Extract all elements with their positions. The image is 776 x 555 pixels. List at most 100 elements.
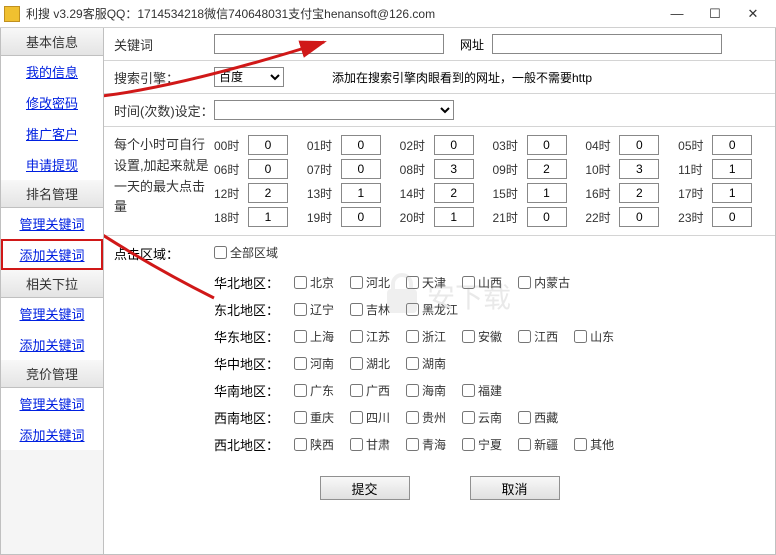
region-checkbox[interactable]: 江西 [518, 328, 558, 345]
region-checkbox-input[interactable] [350, 384, 363, 397]
region-checkbox-input[interactable] [574, 330, 587, 343]
engine-select[interactable]: 百度 [214, 67, 284, 87]
hour-input[interactable] [248, 135, 288, 155]
region-checkbox[interactable]: 山东 [574, 328, 614, 345]
region-checkbox-input[interactable] [462, 276, 475, 289]
region-checkbox-input[interactable] [406, 276, 419, 289]
region-checkbox-input[interactable] [462, 384, 475, 397]
all-regions-input[interactable] [214, 246, 227, 259]
region-checkbox[interactable]: 重庆 [294, 409, 334, 426]
hour-input[interactable] [712, 159, 752, 179]
region-checkbox[interactable]: 江苏 [350, 328, 390, 345]
hour-input[interactable] [341, 135, 381, 155]
region-checkbox[interactable]: 青海 [406, 436, 446, 453]
region-checkbox-input[interactable] [294, 303, 307, 316]
region-checkbox[interactable]: 广东 [294, 382, 334, 399]
region-checkbox[interactable]: 河北 [350, 274, 390, 291]
region-checkbox-input[interactable] [350, 276, 363, 289]
hour-input[interactable] [434, 183, 474, 203]
region-checkbox-input[interactable] [518, 276, 531, 289]
region-checkbox[interactable]: 四川 [350, 409, 390, 426]
region-checkbox-input[interactable] [406, 411, 419, 424]
sidebar-item[interactable]: 添加关键词 [1, 419, 103, 450]
hour-input[interactable] [527, 183, 567, 203]
all-regions-checkbox[interactable]: 全部区域 [214, 244, 278, 261]
sidebar-item[interactable]: 申请提现 [1, 149, 103, 180]
region-checkbox-input[interactable] [350, 303, 363, 316]
region-checkbox-input[interactable] [462, 411, 475, 424]
time-select[interactable] [214, 100, 454, 120]
region-checkbox[interactable]: 海南 [406, 382, 446, 399]
region-checkbox[interactable]: 湖南 [406, 355, 446, 372]
region-checkbox-input[interactable] [462, 330, 475, 343]
sidebar-item[interactable]: 管理关键词 [1, 298, 103, 329]
hour-input[interactable] [248, 159, 288, 179]
region-checkbox[interactable]: 安徽 [462, 328, 502, 345]
hour-input[interactable] [619, 135, 659, 155]
region-checkbox-input[interactable] [462, 438, 475, 451]
keyword-input[interactable] [214, 34, 444, 54]
region-checkbox-input[interactable] [518, 411, 531, 424]
sidebar-item[interactable]: 推广客户 [1, 118, 103, 149]
region-checkbox[interactable]: 宁夏 [462, 436, 502, 453]
region-checkbox[interactable]: 云南 [462, 409, 502, 426]
region-checkbox-input[interactable] [350, 411, 363, 424]
hour-input[interactable] [248, 183, 288, 203]
region-checkbox[interactable]: 内蒙古 [518, 274, 570, 291]
hour-input[interactable] [341, 207, 381, 227]
hour-input[interactable] [712, 135, 752, 155]
region-checkbox[interactable]: 新疆 [518, 436, 558, 453]
region-checkbox[interactable]: 北京 [294, 274, 334, 291]
region-checkbox[interactable]: 贵州 [406, 409, 446, 426]
cancel-button[interactable]: 取消 [470, 476, 560, 500]
region-checkbox-input[interactable] [406, 384, 419, 397]
region-checkbox-input[interactable] [350, 330, 363, 343]
region-checkbox[interactable]: 陕西 [294, 436, 334, 453]
region-checkbox[interactable]: 甘肃 [350, 436, 390, 453]
region-checkbox[interactable]: 辽宁 [294, 301, 334, 318]
submit-button[interactable]: 提交 [320, 476, 410, 500]
hour-input[interactable] [712, 183, 752, 203]
hour-input[interactable] [619, 159, 659, 179]
region-checkbox-input[interactable] [406, 438, 419, 451]
region-checkbox-input[interactable] [294, 411, 307, 424]
hour-input[interactable] [248, 207, 288, 227]
hour-input[interactable] [527, 159, 567, 179]
sidebar-item[interactable]: 添加关键词 [1, 239, 103, 270]
region-checkbox-input[interactable] [294, 384, 307, 397]
sidebar-item[interactable]: 修改密码 [1, 87, 103, 118]
region-checkbox[interactable]: 山西 [462, 274, 502, 291]
region-checkbox[interactable]: 浙江 [406, 328, 446, 345]
region-checkbox-input[interactable] [294, 357, 307, 370]
region-checkbox[interactable]: 河南 [294, 355, 334, 372]
hour-input[interactable] [341, 159, 381, 179]
region-checkbox-input[interactable] [294, 438, 307, 451]
hour-input[interactable] [341, 183, 381, 203]
region-checkbox[interactable]: 黑龙江 [406, 301, 458, 318]
region-checkbox[interactable]: 其他 [574, 436, 614, 453]
sidebar-item[interactable]: 管理关键词 [1, 388, 103, 419]
region-checkbox[interactable]: 广西 [350, 382, 390, 399]
region-checkbox-input[interactable] [406, 330, 419, 343]
sidebar-item[interactable]: 管理关键词 [1, 208, 103, 239]
hour-input[interactable] [434, 207, 474, 227]
hour-input[interactable] [527, 135, 567, 155]
hour-input[interactable] [434, 135, 474, 155]
minimize-button[interactable]: — [658, 1, 696, 27]
sidebar-item[interactable]: 我的信息 [1, 56, 103, 87]
region-checkbox-input[interactable] [518, 438, 531, 451]
region-checkbox[interactable]: 西藏 [518, 409, 558, 426]
sidebar-item[interactable]: 添加关键词 [1, 329, 103, 360]
hour-input[interactable] [434, 159, 474, 179]
region-checkbox-input[interactable] [406, 303, 419, 316]
region-checkbox-input[interactable] [406, 357, 419, 370]
region-checkbox[interactable]: 福建 [462, 382, 502, 399]
hour-input[interactable] [619, 207, 659, 227]
region-checkbox[interactable]: 吉林 [350, 301, 390, 318]
region-checkbox[interactable]: 上海 [294, 328, 334, 345]
url-input[interactable] [492, 34, 722, 54]
hour-input[interactable] [619, 183, 659, 203]
region-checkbox-input[interactable] [294, 330, 307, 343]
region-checkbox-input[interactable] [574, 438, 587, 451]
region-checkbox-input[interactable] [350, 438, 363, 451]
